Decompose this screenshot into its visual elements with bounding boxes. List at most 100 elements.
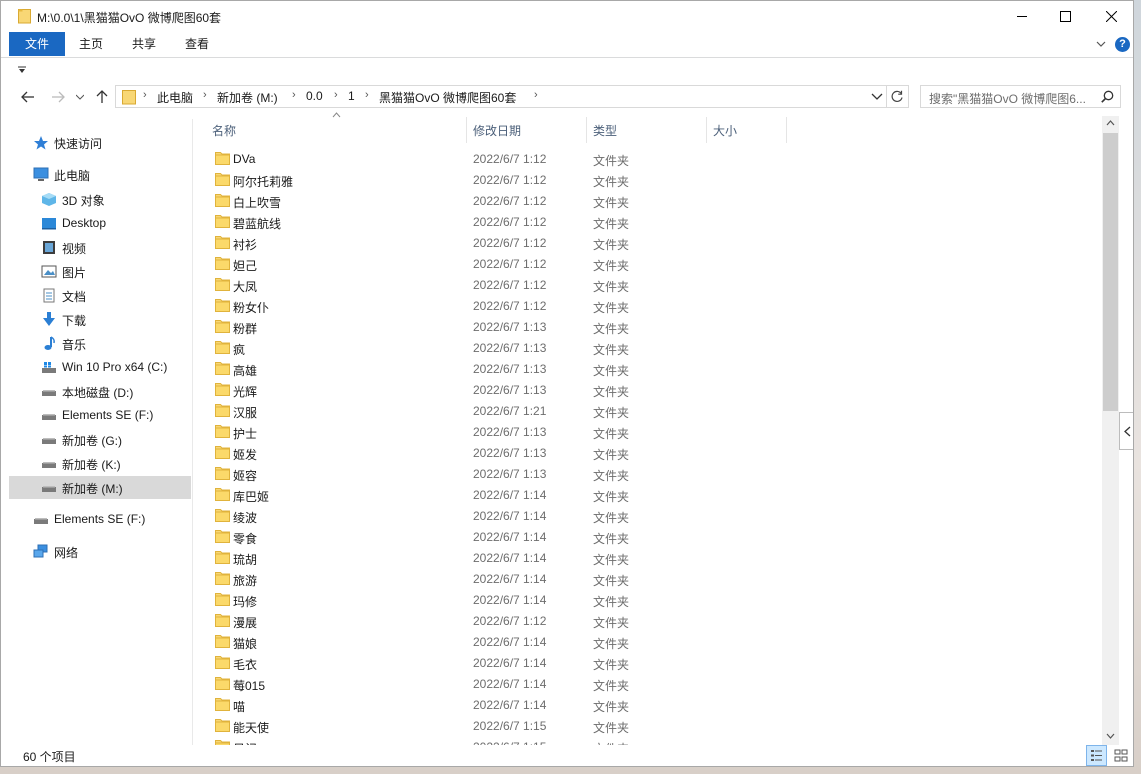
file-row[interactable]: 猫娘 2022/6/7 1:14 文件夹 (206, 631, 1096, 652)
close-button[interactable] (1088, 1, 1133, 31)
tab-file[interactable]: 文件 (9, 32, 65, 56)
breadcrumb-this-pc[interactable]: 此电脑 (157, 89, 193, 106)
sidebar-item-downloads[interactable]: 下载 (9, 308, 191, 331)
ribbon-expand-icon[interactable] (1094, 37, 1108, 51)
address-history-icon[interactable] (871, 92, 883, 102)
breadcrumb-folder-1[interactable]: 1 (348, 89, 355, 103)
column-header-date[interactable]: 修改日期 (467, 117, 586, 143)
title-bar[interactable]: M:\0.0\1\黑猫猫OvO 微博爬图60套 (1, 1, 1133, 31)
scroll-up-icon[interactable] (1106, 120, 1115, 126)
tab-share[interactable]: 共享 (121, 32, 167, 56)
help-icon[interactable]: ? (1115, 37, 1130, 52)
sidebar-item-documents[interactable]: 文档 (9, 284, 191, 307)
video-icon (43, 241, 55, 254)
customize-toolbar-icon[interactable] (18, 66, 26, 74)
sidebar-item-this-pc[interactable]: 此电脑 (9, 163, 191, 186)
breadcrumb-separator[interactable]: › (203, 89, 207, 101)
sidebar-item-network[interactable]: 网络 (9, 540, 191, 563)
scroll-down-icon[interactable] (1106, 733, 1115, 739)
sidebar-item-drive-k[interactable]: 新加卷 (K:) (9, 452, 191, 475)
preview-pane-toggle[interactable] (1119, 412, 1133, 450)
file-row[interactable]: 姬容 2022/6/7 1:13 文件夹 (206, 463, 1096, 484)
file-row[interactable]: 日记2022/6/7 1:15文件夹 (206, 736, 1096, 745)
column-header-name[interactable]: 名称 (206, 117, 466, 143)
file-row[interactable]: 库巴姬 2022/6/7 1:14 文件夹 (206, 484, 1096, 505)
folder-icon (215, 236, 230, 249)
sidebar-item-drive-f[interactable]: Elements SE (F:) (9, 404, 191, 427)
folder-icon (215, 635, 230, 648)
file-row[interactable]: 疯 2022/6/7 1:13 文件夹 (206, 337, 1096, 358)
column-divider[interactable] (786, 117, 787, 143)
breadcrumb-separator[interactable]: › (292, 89, 296, 101)
sidebar-item-quick-access[interactable]: 快速访问 (9, 131, 191, 154)
folder-icon (215, 551, 230, 564)
file-row[interactable]: DVa 2022/6/7 1:12 文件夹 (206, 148, 1096, 169)
breadcrumb-separator[interactable]: › (365, 89, 369, 101)
sidebar-item-drive-m[interactable]: 新加卷 (M:) (9, 476, 191, 499)
file-row[interactable]: 白上吹雪 2022/6/7 1:12 文件夹 (206, 190, 1096, 211)
sidebar-item-label: Desktop (62, 216, 107, 230)
sidebar-item-pictures[interactable]: 图片 (9, 260, 191, 283)
refresh-button[interactable] (887, 85, 909, 108)
details-view-button[interactable] (1086, 745, 1107, 766)
sidebar-item-3d-objects[interactable]: 3D 对象 (9, 188, 191, 211)
breadcrumb-folder-00[interactable]: 0.0 (306, 89, 323, 103)
file-name: 猫娘 (233, 637, 258, 651)
sidebar-item-desktop[interactable]: Desktop (9, 212, 191, 235)
forward-button[interactable] (47, 86, 69, 108)
address-bar[interactable]: › 此电脑 › 新加卷 (M:) › 0.0 › 1 › 黑猫猫OvO 微博爬图… (115, 85, 887, 108)
file-row[interactable]: 旅游 2022/6/7 1:14 文件夹 (206, 568, 1096, 589)
breadcrumb-drive-m[interactable]: 新加卷 (M:) (217, 89, 278, 106)
file-row[interactable]: 喵 2022/6/7 1:14 文件夹 (206, 694, 1096, 715)
tab-view[interactable]: 查看 (175, 32, 219, 56)
column-header-size[interactable]: 大小 (707, 117, 786, 143)
file-type: 文件夹 (593, 658, 630, 672)
file-row[interactable]: 姬发 2022/6/7 1:13 文件夹 (206, 442, 1096, 463)
file-row[interactable]: 零食 2022/6/7 1:14 文件夹 (206, 526, 1096, 547)
file-row[interactable]: 护士 2022/6/7 1:13 文件夹 (206, 421, 1096, 442)
breadcrumb-current-folder[interactable]: 黑猫猫OvO 微博爬图60套 (379, 89, 516, 106)
file-row[interactable]: 漫展 2022/6/7 1:12 文件夹 (206, 610, 1096, 631)
sidebar-item-elements-se[interactable]: Elements SE (F:) (9, 508, 191, 531)
file-row[interactable]: 妲己 2022/6/7 1:12 文件夹 (206, 253, 1096, 274)
file-row[interactable]: 汉服 2022/6/7 1:21 文件夹 (206, 400, 1096, 421)
file-row[interactable]: 大凤 2022/6/7 1:12 文件夹 (206, 274, 1096, 295)
file-type: 文件夹 (593, 700, 630, 714)
scrollbar-thumb[interactable] (1103, 133, 1118, 411)
up-button[interactable] (91, 86, 113, 108)
recent-locations-button[interactable] (72, 86, 88, 108)
file-name: 毛衣 (233, 658, 258, 672)
file-row[interactable]: 莓015 2022/6/7 1:14 文件夹 (206, 673, 1096, 694)
breadcrumb-separator[interactable]: › (534, 89, 538, 101)
file-row[interactable]: 能天使 2022/6/7 1:15 文件夹 (206, 715, 1096, 736)
breadcrumb-separator[interactable]: › (334, 89, 338, 101)
file-row[interactable]: 粉女仆 2022/6/7 1:12 文件夹 (206, 295, 1096, 316)
back-button[interactable] (17, 86, 39, 108)
file-row[interactable]: 绫波 2022/6/7 1:14 文件夹 (206, 505, 1096, 526)
vertical-scrollbar[interactable] (1102, 116, 1119, 746)
maximize-button[interactable] (1042, 1, 1088, 31)
file-row[interactable]: 阿尔托莉雅 2022/6/7 1:12 文件夹 (206, 169, 1096, 190)
tab-home[interactable]: 主页 (69, 32, 113, 56)
file-row[interactable]: 琉胡 2022/6/7 1:14 文件夹 (206, 547, 1096, 568)
sidebar-item-drive-c[interactable]: Win 10 Pro x64 (C:) (9, 356, 191, 379)
drive-icon (42, 438, 56, 444)
file-name: 护士 (233, 427, 258, 441)
sidebar-item-music[interactable]: 音乐 (9, 332, 191, 355)
sidebar-item-drive-g[interactable]: 新加卷 (G:) (9, 428, 191, 451)
breadcrumb-separator[interactable]: › (143, 89, 147, 101)
file-row[interactable]: 光辉 2022/6/7 1:13 文件夹 (206, 379, 1096, 400)
file-row[interactable]: 粉群 2022/6/7 1:13 文件夹 (206, 316, 1096, 337)
sidebar-item-drive-d[interactable]: 本地磁盘 (D:) (9, 380, 191, 403)
file-row[interactable]: 高雄 2022/6/7 1:13 文件夹 (206, 358, 1096, 379)
column-header-type[interactable]: 类型 (587, 117, 706, 143)
sidebar-item-label: 此电脑 (54, 169, 91, 183)
large-icons-view-button[interactable] (1110, 745, 1131, 766)
file-row[interactable]: 毛衣 2022/6/7 1:14 文件夹 (206, 652, 1096, 673)
search-input[interactable]: 搜索"黑猫猫OvO 微博爬图6... (920, 85, 1121, 108)
file-row[interactable]: 玛修 2022/6/7 1:14 文件夹 (206, 589, 1096, 610)
sidebar-item-videos[interactable]: 视频 (9, 236, 191, 259)
file-row[interactable]: 衬衫 2022/6/7 1:12 文件夹 (206, 232, 1096, 253)
file-row[interactable]: 碧蓝航线 2022/6/7 1:12 文件夹 (206, 211, 1096, 232)
minimize-button[interactable] (999, 1, 1045, 31)
